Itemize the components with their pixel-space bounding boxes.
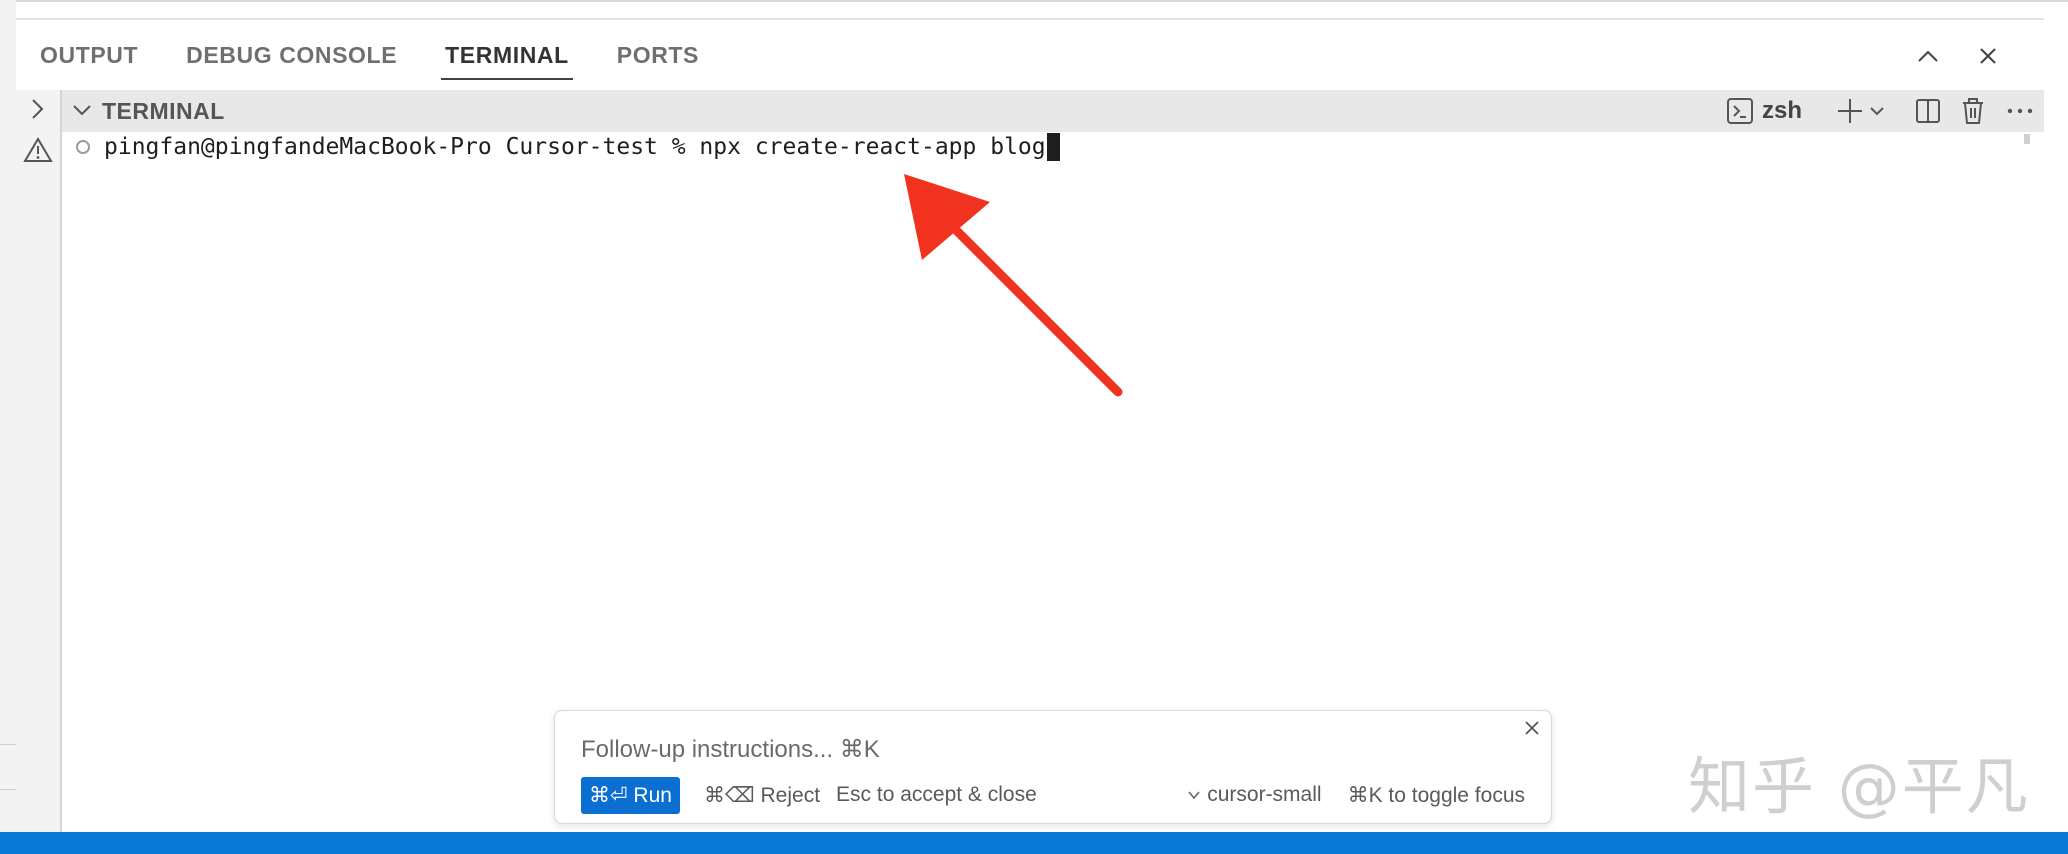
follow-up-input[interactable]: Follow-up instructions... ⌘K bbox=[581, 735, 880, 764]
panel-tabs: OUTPUT DEBUG CONSOLE TERMINAL PORTS bbox=[40, 38, 747, 82]
accept-close-hint: Esc to accept & close bbox=[836, 783, 1037, 806]
terminal-section-header: TERMINAL zsh bbox=[62, 90, 2044, 132]
close-panel-button[interactable] bbox=[1972, 40, 2004, 72]
toggle-focus-hint: ⌘K to toggle focus bbox=[1347, 783, 1525, 807]
terminal-more-button[interactable] bbox=[2006, 106, 2034, 116]
command-status-icon bbox=[76, 140, 90, 154]
split-terminal-button[interactable] bbox=[1914, 97, 1942, 125]
shell-label: zsh bbox=[1761, 97, 1802, 124]
status-bar bbox=[0, 832, 2068, 854]
panel-top-border bbox=[16, 18, 2044, 20]
follow-up-right-group: cursor-small ⌘K to toggle focus bbox=[1187, 783, 1525, 808]
chevron-right-icon bbox=[32, 99, 44, 119]
terminal-line: pingfan@pingfandeMacBook-Pro Cursor-test… bbox=[76, 132, 1060, 162]
tab-output[interactable]: OUTPUT bbox=[40, 38, 138, 80]
terminal-scrollbar[interactable] bbox=[2024, 134, 2030, 144]
chevron-down-icon bbox=[73, 105, 91, 116]
tab-debug-console[interactable]: DEBUG CONSOLE bbox=[186, 38, 397, 80]
tab-terminal[interactable]: TERMINAL bbox=[441, 38, 573, 80]
new-terminal-button[interactable] bbox=[1836, 97, 1864, 125]
editor-edge-divider bbox=[0, 744, 16, 790]
terminal-icon bbox=[1726, 98, 1753, 124]
chevron-up-icon bbox=[1918, 50, 1938, 62]
shell-selector[interactable]: zsh bbox=[1726, 97, 1802, 125]
kill-terminal-button[interactable] bbox=[1960, 97, 1986, 125]
follow-up-close-button[interactable] bbox=[1523, 719, 1541, 742]
follow-up-prompt-box: Follow-up instructions... ⌘K ⌘⏎ Run ⌘⌫ R… bbox=[554, 710, 1552, 824]
problems-button[interactable] bbox=[23, 136, 53, 169]
watermark: 知乎 @平凡 bbox=[1688, 750, 2030, 823]
maximize-panel-button[interactable] bbox=[1912, 40, 1944, 72]
warning-icon bbox=[23, 137, 53, 162]
split-icon bbox=[1916, 99, 1940, 123]
model-label: cursor-small bbox=[1207, 783, 1322, 806]
editor-edge-strip bbox=[0, 0, 16, 832]
annotation-arrow-icon bbox=[904, 174, 1123, 397]
expand-tabs-button[interactable] bbox=[26, 96, 48, 127]
reject-button[interactable]: ⌘⌫ Reject bbox=[704, 783, 820, 808]
chevron-down-icon bbox=[1188, 791, 1200, 800]
terminal-section-title: TERMINAL bbox=[102, 98, 225, 124]
collapse-terminal-button[interactable] bbox=[70, 98, 94, 127]
terminal-cursor bbox=[1046, 133, 1060, 161]
tab-ports[interactable]: PORTS bbox=[617, 38, 699, 80]
close-icon bbox=[1525, 721, 1539, 735]
terminal-side-rail bbox=[16, 90, 62, 832]
chevron-down-icon bbox=[1870, 107, 1884, 116]
more-icon bbox=[2007, 108, 2033, 114]
add-icon bbox=[1838, 99, 1862, 123]
close-icon bbox=[1980, 48, 1996, 64]
run-button[interactable]: ⌘⏎ Run bbox=[581, 776, 680, 814]
terminal-prompt-text: pingfan@pingfandeMacBook-Pro Cursor-test… bbox=[104, 134, 1046, 160]
terminal-toolbar: zsh bbox=[1726, 94, 2034, 128]
follow-up-actions: ⌘⏎ Run ⌘⌫ Reject Esc to accept & close c… bbox=[581, 776, 1525, 814]
panel-actions bbox=[1912, 40, 2004, 72]
model-selector[interactable]: cursor-small bbox=[1187, 783, 1322, 807]
terminal-profiles-dropdown[interactable] bbox=[1868, 102, 1886, 120]
trash-icon bbox=[1963, 98, 1983, 124]
